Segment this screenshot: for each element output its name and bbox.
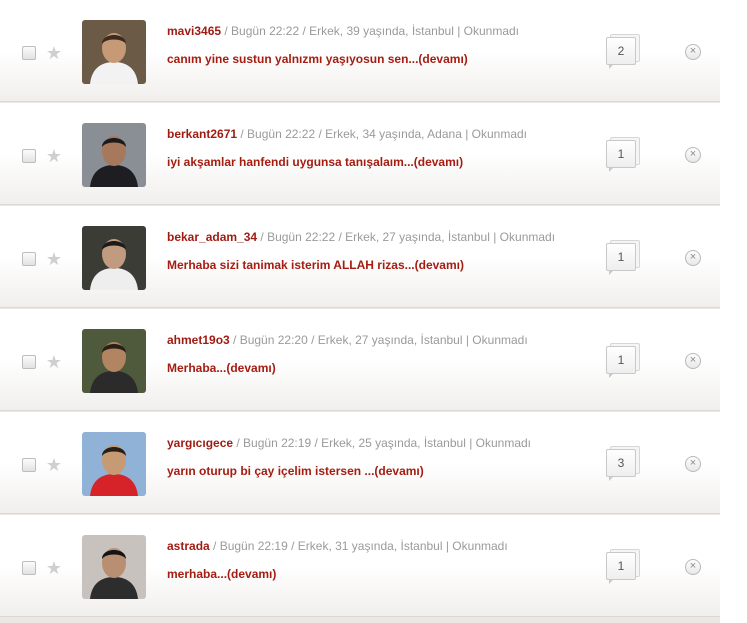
select-checkbox[interactable] xyxy=(22,561,36,575)
message-meta: ahmet19o3 / Bugün 22:20 / Erkek, 27 yaşı… xyxy=(167,333,528,347)
message-meta: mavi3465 / Bugün 22:22 / Erkek, 39 yaşın… xyxy=(167,24,519,38)
avatar[interactable] xyxy=(82,226,146,290)
select-checkbox[interactable] xyxy=(22,355,36,369)
message-meta: berkant2671 / Bugün 22:22 / Erkek, 34 ya… xyxy=(167,127,527,141)
delete-close-icon[interactable]: × xyxy=(685,353,701,369)
message-row[interactable]: ★ bekar_adam_34 / Bugün 22:22 / Erkek, 27… xyxy=(0,206,720,308)
message-preview-link[interactable]: Merhaba...(devamı) xyxy=(167,361,276,375)
message-preview-link[interactable]: Merhaba sizi tanimak isterim ALLAH rizas… xyxy=(167,258,464,272)
message-details: / Bugün 22:19 / Erkek, 31 yaşında, İstan… xyxy=(209,539,508,553)
select-checkbox[interactable] xyxy=(22,252,36,266)
avatar[interactable] xyxy=(82,535,146,599)
message-row[interactable]: ★ mavi3465 / Bugün 22:22 / Erkek, 39 yaşı… xyxy=(0,0,720,102)
star-icon[interactable]: ★ xyxy=(45,147,63,165)
message-row[interactable]: ★ astrada / Bugün 22:19 / Erkek, 31 yaşın… xyxy=(0,515,720,617)
message-count-icon: 1 xyxy=(606,343,640,379)
message-meta: astrada / Bugün 22:19 / Erkek, 31 yaşınd… xyxy=(167,539,508,553)
delete-close-icon[interactable]: × xyxy=(685,559,701,575)
message-row[interactable]: ★ yargıcıgece / Bugün 22:19 / Erkek, 25 y… xyxy=(0,412,720,514)
sender-username-link[interactable]: berkant2671 xyxy=(167,127,237,141)
message-details: / Bugün 22:22 / Erkek, 34 yaşında, Adana… xyxy=(237,127,528,141)
message-count: 1 xyxy=(606,243,636,271)
message-details: / Bugün 22:22 / Erkek, 39 yaşında, İstan… xyxy=(221,24,520,38)
message-details: / Bugün 22:20 / Erkek, 27 yaşında, İstan… xyxy=(229,333,528,347)
message-count-icon: 2 xyxy=(606,34,640,70)
message-meta: yargıcıgece / Bugün 22:19 / Erkek, 25 ya… xyxy=(167,436,531,450)
page-margin xyxy=(720,0,747,623)
delete-close-icon[interactable]: × xyxy=(685,250,701,266)
message-list: ★ mavi3465 / Bugün 22:22 / Erkek, 39 yaşı… xyxy=(0,0,721,623)
sender-username-link[interactable]: ahmet19o3 xyxy=(167,333,230,347)
message-count-icon: 1 xyxy=(606,240,640,276)
sender-username-link[interactable]: mavi3465 xyxy=(167,24,221,38)
message-details: / Bugün 22:19 / Erkek, 25 yaşında, İstan… xyxy=(233,436,532,450)
message-preview-link[interactable]: merhaba...(devamı) xyxy=(167,567,276,581)
delete-close-icon[interactable]: × xyxy=(685,456,701,472)
avatar[interactable] xyxy=(82,329,146,393)
star-icon[interactable]: ★ xyxy=(45,44,63,62)
sender-username-link[interactable]: yargıcıgece xyxy=(167,436,233,450)
message-preview-link[interactable]: canım yine sustun yalnızmı yaşıyosun sen… xyxy=(167,52,468,66)
message-details: / Bugün 22:22 / Erkek, 27 yaşında, İstan… xyxy=(257,230,556,244)
star-icon[interactable]: ★ xyxy=(45,250,63,268)
avatar[interactable] xyxy=(82,20,146,84)
message-preview-link[interactable]: iyi akşamlar hanfendi uygunsa tanışalaım… xyxy=(167,155,463,169)
message-count: 1 xyxy=(606,346,636,374)
message-count: 1 xyxy=(606,140,636,168)
delete-close-icon[interactable]: × xyxy=(685,147,701,163)
select-checkbox[interactable] xyxy=(22,149,36,163)
star-icon[interactable]: ★ xyxy=(45,353,63,371)
message-row[interactable]: ★ ahmet19o3 / Bugün 22:20 / Erkek, 27 yaş… xyxy=(0,309,720,411)
sender-username-link[interactable]: bekar_adam_34 xyxy=(167,230,257,244)
message-row[interactable]: ★ berkant2671 / Bugün 22:22 / Erkek, 34 y… xyxy=(0,103,720,205)
message-count-icon: 1 xyxy=(606,549,640,585)
message-count: 1 xyxy=(606,552,636,580)
message-count-icon: 1 xyxy=(606,137,640,173)
sender-username-link[interactable]: astrada xyxy=(167,539,210,553)
avatar[interactable] xyxy=(82,432,146,496)
message-count: 2 xyxy=(606,37,636,65)
message-meta: bekar_adam_34 / Bugün 22:22 / Erkek, 27 … xyxy=(167,230,555,244)
star-icon[interactable]: ★ xyxy=(45,559,63,577)
select-checkbox[interactable] xyxy=(22,46,36,60)
star-icon[interactable]: ★ xyxy=(45,456,63,474)
avatar[interactable] xyxy=(82,123,146,187)
message-count: 3 xyxy=(606,449,636,477)
message-preview-link[interactable]: yarın oturup bi çay içelim istersen ...(… xyxy=(167,464,424,478)
message-count-icon: 3 xyxy=(606,446,640,482)
select-checkbox[interactable] xyxy=(22,458,36,472)
delete-close-icon[interactable]: × xyxy=(685,44,701,60)
